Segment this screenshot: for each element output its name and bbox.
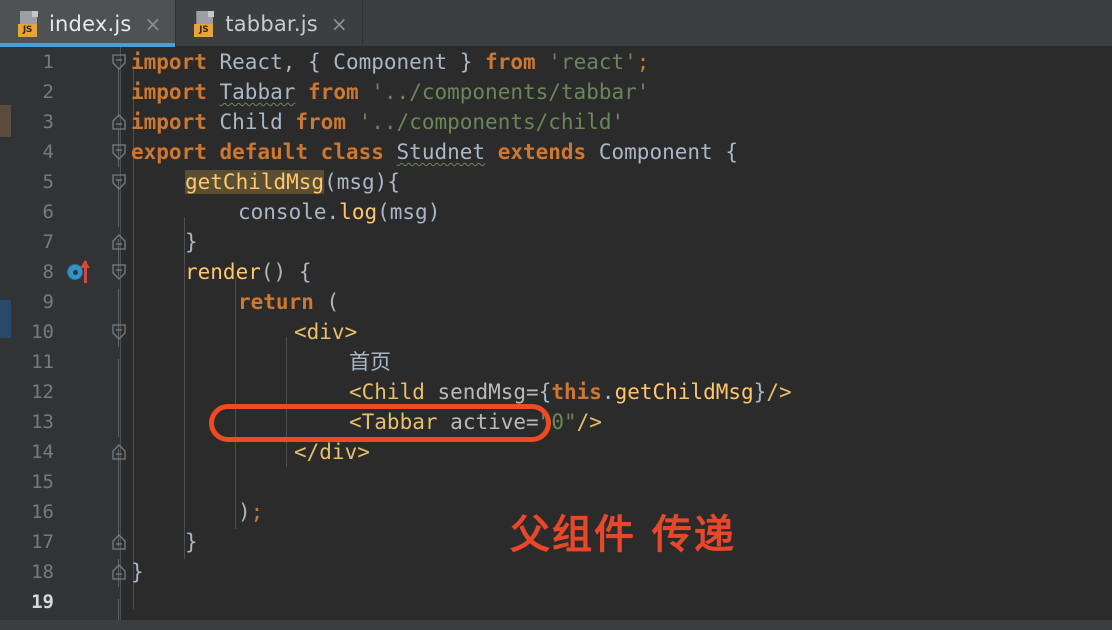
line-number: 13 xyxy=(31,411,54,433)
line-number: 2 xyxy=(42,81,54,103)
editor-tab-bar: JS index.js × JS tabbar.js × xyxy=(0,0,1112,47)
line-number: 6 xyxy=(42,201,54,223)
editor-bottom-strip xyxy=(0,620,1112,630)
indent-guide xyxy=(235,277,236,529)
code-line-4: export default class Studnet extends Com… xyxy=(131,140,738,164)
js-file-icon: JS xyxy=(18,10,40,37)
editor-window: JS index.js × JS tabbar.js × 1 2 3 4 5 6… xyxy=(0,0,1112,630)
tab-tabbar-js[interactable]: JS tabbar.js × xyxy=(176,0,363,47)
code-line-7: } xyxy=(185,230,198,254)
code-line-17: } xyxy=(185,530,198,554)
line-number: 17 xyxy=(31,531,54,553)
code-line-16: ); xyxy=(238,500,264,524)
override-method-marker-icon[interactable] xyxy=(67,260,97,283)
line-number: 7 xyxy=(42,231,54,253)
close-icon[interactable]: × xyxy=(145,14,162,34)
code-line-12: <Child sendMsg={this.getChildMsg}/> xyxy=(349,380,792,404)
tab-label: tabbar.js xyxy=(225,11,318,36)
line-number: 10 xyxy=(31,321,54,343)
js-file-icon: JS xyxy=(194,10,216,37)
line-number: 15 xyxy=(31,471,54,493)
code-line-9: return ( xyxy=(238,290,340,314)
code-line-5: getChildMsg(msg){ xyxy=(185,170,400,194)
line-number: 1 xyxy=(42,51,54,73)
line-number: 16 xyxy=(31,501,54,523)
close-icon[interactable]: × xyxy=(331,14,348,34)
code-line-10: <div> xyxy=(294,320,358,344)
line-number: 8 xyxy=(42,261,54,283)
code-line-18: } xyxy=(131,560,144,584)
line-number: 4 xyxy=(42,141,54,163)
line-number: 5 xyxy=(42,171,54,193)
js-badge-label: JS xyxy=(18,23,37,37)
code-editor[interactable]: 1 2 3 4 5 6 7 8 9 10 11 12 13 14 15 16 1… xyxy=(0,47,1112,630)
code-line-3: import Child from '../components/child' xyxy=(131,110,625,134)
line-number: 3 xyxy=(42,111,54,133)
line-number-current: 19 xyxy=(31,591,54,613)
line-number: 18 xyxy=(31,561,54,583)
code-line-8: render() { xyxy=(185,260,312,284)
code-line-1: import React, { Component } from 'react'… xyxy=(131,50,650,74)
code-line-14: </div> xyxy=(294,440,370,464)
js-badge-label: JS xyxy=(194,23,214,37)
code-text-area[interactable]: import React, { Component } from 'react'… xyxy=(121,47,1112,630)
code-line-13: <Tabbar active="0"/> xyxy=(349,410,602,434)
tab-index-js[interactable]: JS index.js × xyxy=(0,0,177,47)
line-number: 12 xyxy=(31,381,54,403)
code-line-11: 首页 xyxy=(349,350,391,374)
code-line-2: import Tabbar from '../components/tabbar… xyxy=(131,80,650,104)
tab-label: index.js xyxy=(49,11,132,36)
indent-guide xyxy=(286,337,287,467)
code-line-6: console.log(msg) xyxy=(238,200,441,224)
line-number: 11 xyxy=(31,351,54,373)
line-number: 14 xyxy=(31,441,54,463)
line-number: 9 xyxy=(42,291,54,313)
